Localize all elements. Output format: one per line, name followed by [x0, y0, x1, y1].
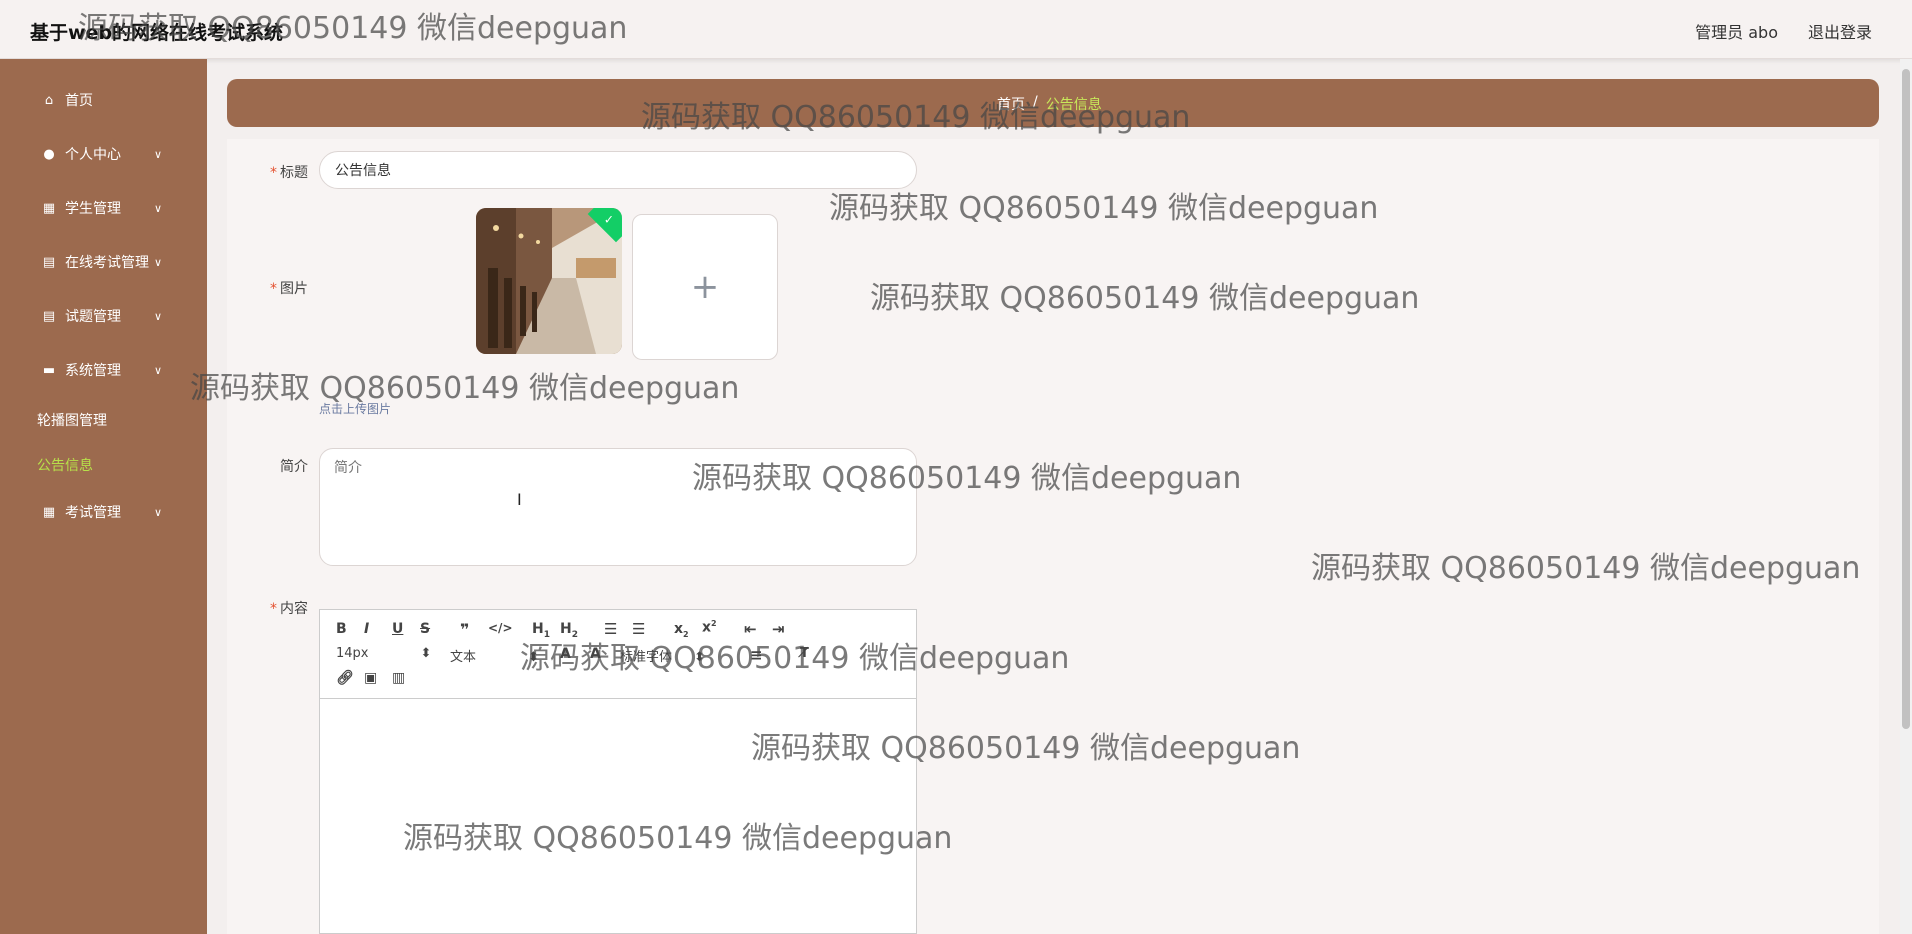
- logout-button[interactable]: 退出登录: [1808, 19, 1872, 43]
- sidebar-item-label: 学生管理: [65, 201, 121, 217]
- grid-icon: ▦: [42, 200, 56, 216]
- intro-textarea[interactable]: [319, 448, 917, 566]
- clipboard-icon: ▤: [42, 308, 56, 324]
- breadcrumb: 首页 / 公告信息: [997, 94, 1102, 114]
- grid-icon: ▦: [42, 504, 56, 520]
- sidebar-item-home[interactable]: ⌂ 首页: [0, 86, 207, 114]
- bold-button[interactable]: B: [336, 621, 347, 637]
- align-icon[interactable]: ≡: [750, 646, 763, 664]
- sidebar-item-question-management[interactable]: ▤ 试题管理 ∨: [0, 302, 207, 330]
- scrollbar-thumb[interactable]: [1902, 69, 1910, 729]
- image-icon[interactable]: ▣: [364, 670, 377, 686]
- editor-content-area[interactable]: [320, 699, 916, 933]
- clipboard-icon: ▤: [42, 254, 56, 270]
- select-arrows-icon: ⬍: [694, 650, 705, 665]
- breadcrumb-bar: 首页 / 公告信息: [227, 79, 1879, 127]
- select-arrows-icon: ⬍: [420, 646, 432, 661]
- font-family-select[interactable]: 标准字体 ⬍: [620, 646, 705, 665]
- user-icon: ●: [43, 146, 55, 162]
- superscript-button[interactable]: x2: [702, 619, 717, 636]
- heading2-button[interactable]: H2: [560, 621, 578, 640]
- text-cursor-icon: I: [517, 490, 522, 509]
- sidebar-item-label: 在线考试管理: [65, 255, 149, 271]
- content-label: * 内容: [270, 601, 308, 617]
- breadcrumb-current: 公告信息: [1045, 97, 1102, 113]
- italic-button[interactable]: I: [364, 621, 369, 637]
- uploaded-image-thumbnail[interactable]: ✓: [476, 208, 622, 354]
- chevron-down-icon: ∨: [154, 147, 163, 161]
- chevron-down-icon: ∨: [154, 201, 163, 215]
- sidebar-item-student-management[interactable]: ▦ 学生管理 ∨: [0, 194, 207, 222]
- monitor-icon: ▬: [42, 362, 56, 378]
- text-type-select[interactable]: 文本 ⬍: [450, 646, 539, 665]
- upload-image-button[interactable]: +: [632, 214, 778, 360]
- intro-label: 简介: [280, 459, 308, 475]
- underline-button[interactable]: U: [392, 621, 403, 637]
- code-block-button[interactable]: </>: [488, 621, 513, 635]
- sidebar-item-online-exam-management[interactable]: ▤ 在线考试管理 ∨: [0, 248, 207, 276]
- sidebar-item-system-management[interactable]: ▬ 系统管理 ∨: [0, 356, 207, 384]
- home-icon: ⌂: [44, 92, 54, 108]
- upload-tip: 点击上传图片: [319, 402, 392, 416]
- link-icon[interactable]: 🔗︎: [336, 670, 354, 686]
- breadcrumb-home[interactable]: 首页: [997, 94, 1025, 114]
- subscript-button[interactable]: x2: [674, 621, 689, 639]
- page-scrollbar[interactable]: [1900, 59, 1912, 934]
- bullet-list-icon[interactable]: ☰: [632, 620, 645, 638]
- app-title: 基于web的网络在线考试系统: [30, 22, 284, 44]
- check-icon: ✓: [603, 212, 614, 227]
- select-arrows-icon: ⬍: [528, 650, 539, 665]
- sidebar-item-personal-center[interactable]: ● 个人中心 ∨: [0, 140, 207, 168]
- ordered-list-icon[interactable]: ☰: [604, 620, 617, 638]
- font-size-select[interactable]: 14px ⬍: [336, 646, 431, 661]
- sidebar: ⌂ 首页 ● 个人中心 ∨ ▦ 学生管理 ∨ ▤ 在线考试管理 ∨ ▤ 试题管理…: [0, 59, 207, 934]
- indent-icon[interactable]: ⇥: [772, 620, 785, 638]
- chevron-down-icon: ∨: [154, 505, 163, 519]
- outdent-icon[interactable]: ⇤: [744, 620, 757, 638]
- sidebar-subitem-carousel[interactable]: 轮播图管理: [37, 410, 107, 430]
- clear-format-icon[interactable]: T̸: [800, 646, 809, 661]
- sidebar-item-label: 考试管理: [65, 505, 121, 521]
- title-label: * 标题: [270, 165, 308, 181]
- sidebar-subitem-notice[interactable]: 公告信息: [37, 455, 93, 475]
- title-input[interactable]: [319, 151, 917, 189]
- font-color-icon[interactable]: A: [560, 646, 571, 662]
- sidebar-item-exam-management[interactable]: ▦ 考试管理 ∨: [0, 498, 207, 526]
- image-label: * 图片: [270, 281, 308, 297]
- breadcrumb-separator: /: [1033, 94, 1038, 110]
- chevron-down-icon: ∨: [154, 255, 163, 269]
- strike-button[interactable]: S: [420, 621, 430, 637]
- rich-text-editor: B I U S ❞ </> H1 H2 ☰ ☰ x2 x2 ⇤ ⇥ 14px ⬍ …: [319, 609, 917, 934]
- top-header: 基于web的网络在线考试系统 管理员 abo 退出登录: [0, 0, 1912, 59]
- editor-toolbar: B I U S ❞ </> H1 H2 ☰ ☰ x2 x2 ⇤ ⇥ 14px ⬍ …: [320, 610, 916, 699]
- video-icon[interactable]: ▥: [392, 670, 405, 686]
- current-user[interactable]: 管理员 abo: [1695, 19, 1778, 43]
- blockquote-button[interactable]: ❞: [460, 620, 469, 639]
- background-color-icon[interactable]: A: [590, 646, 601, 662]
- heading1-button[interactable]: H1: [532, 621, 550, 640]
- chevron-down-icon: ∨: [154, 309, 163, 323]
- sidebar-item-label: 首页: [65, 93, 93, 109]
- sidebar-item-label: 系统管理: [65, 363, 121, 379]
- sidebar-item-label: 个人中心: [65, 147, 121, 163]
- sidebar-item-label: 试题管理: [65, 309, 121, 325]
- plus-icon: +: [690, 267, 720, 307]
- chevron-up-icon: ∨: [154, 363, 163, 377]
